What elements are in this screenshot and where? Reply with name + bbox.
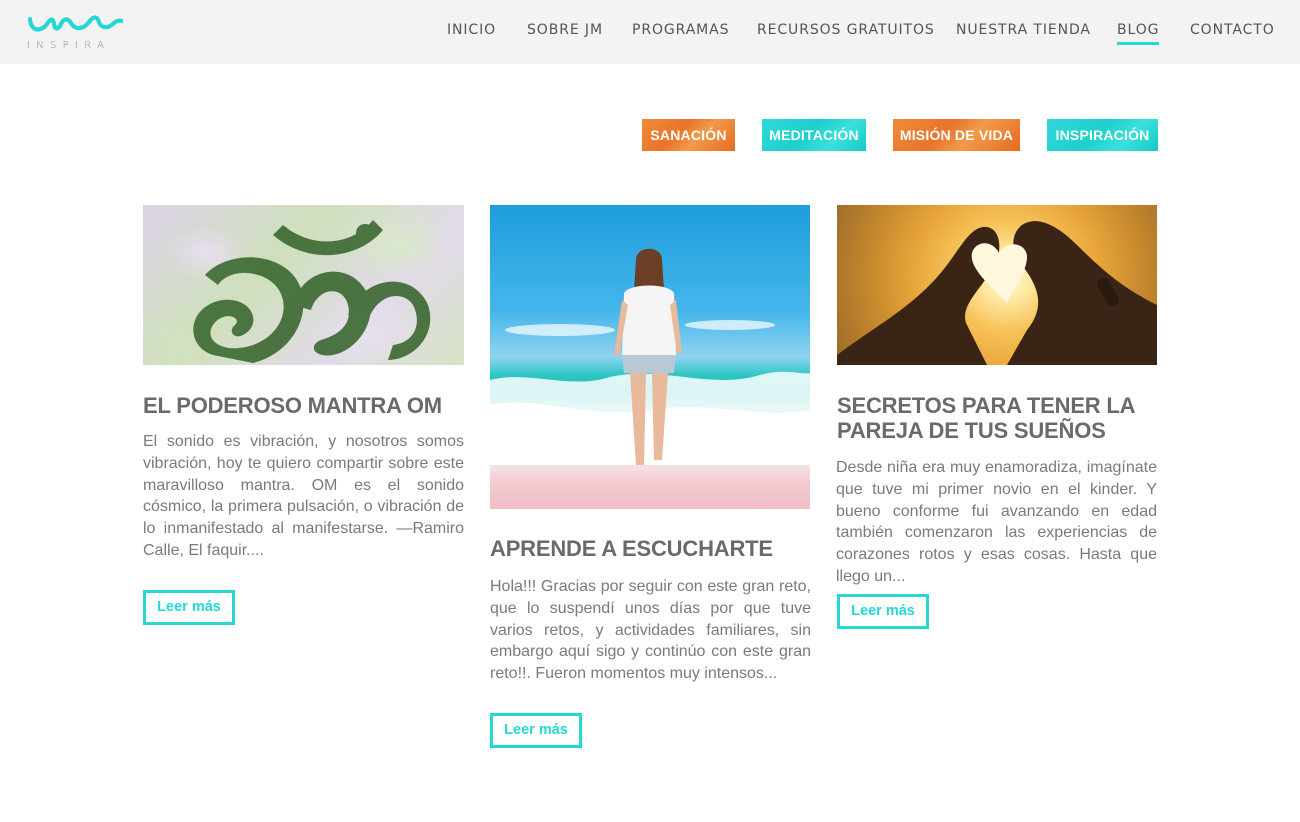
category-inspiracion[interactable]: INSPIRACIÓN [1047,119,1158,151]
site-header: INSPIRA INICIO SOBRE JM PROGRAMAS RECURS… [0,0,1300,64]
post-title[interactable]: EL PODEROSO MANTRA OM [143,393,464,418]
category-mision-de-vida[interactable]: MISIÓN DE VIDA [893,119,1020,151]
nav-item-programas[interactable]: PROGRAMAS [632,20,729,44]
post-image-beach[interactable] [490,205,810,509]
post-excerpt: Desde niña era muy enamoradiza, imagínat… [836,459,1157,585]
post-image-heart[interactable] [837,205,1157,365]
read-more-button[interactable]: Leer más [143,590,235,625]
main-nav: INICIO SOBRE JM PROGRAMAS RECURSOS GRATU… [0,20,1300,45]
nav-item-recursos-gratuitos[interactable]: RECURSOS GRATUITOS [757,20,935,44]
post-title[interactable]: SECRETOS PARA TENER LA PAREJA DE TUS SUE… [837,393,1158,443]
nav-item-sobre-jm[interactable]: SOBRE JM [527,20,603,44]
woman-beach-icon [490,248,810,465]
nav-item-inicio[interactable]: INICIO [447,20,496,44]
post-excerpt: Hola!!! Gracias por seguir con este gran… [490,578,811,683]
read-more-button[interactable]: Leer más [490,713,582,748]
nav-item-contacto[interactable]: CONTACTO [1190,20,1275,44]
post-image-om[interactable] [143,205,464,365]
post-excerpt: El sonido es vibración, y nosotros somos… [143,433,464,559]
category-meditacion[interactable]: MEDITACIÓN [762,119,866,151]
nav-item-blog[interactable]: BLOG [1117,20,1160,45]
om-symbol-icon [193,220,431,363]
post-title[interactable]: APRENDE A ESCUCHARTE [490,536,811,561]
heart-hands-icon [837,221,1157,365]
read-more-button[interactable]: Leer más [837,594,929,629]
category-sanacion[interactable]: SANACIÓN [642,119,735,151]
nav-item-nuestra-tienda[interactable]: NUESTRA TIENDA [956,20,1091,44]
